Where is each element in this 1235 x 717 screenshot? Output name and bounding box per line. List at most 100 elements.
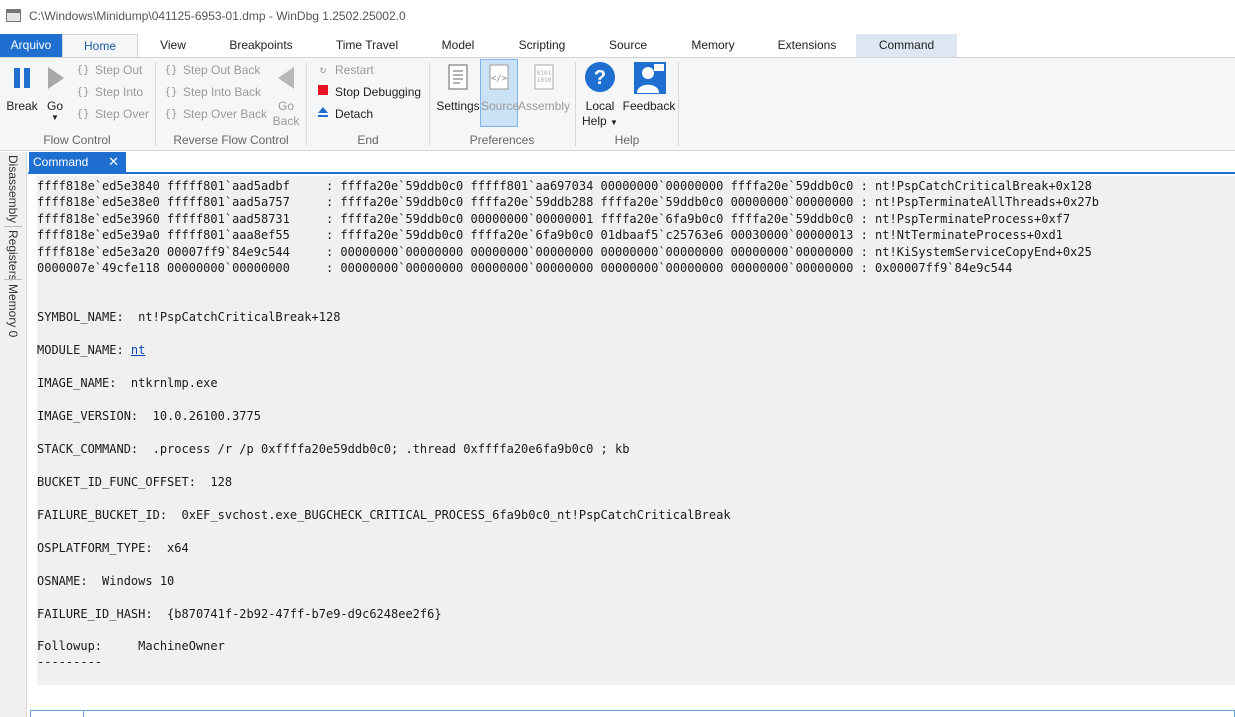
- go-label: Go: [46, 99, 63, 113]
- windbg-app-icon[interactable]: [6, 9, 21, 22]
- image-version-line: IMAGE_VERSION: 10.0.26100.3775: [37, 409, 261, 423]
- stack-line: ffff818e`ed5e3840 fffff801`aad5adbf : ff…: [37, 179, 1092, 193]
- step-out-label: Step Out: [95, 63, 143, 77]
- tab-home[interactable]: Home: [62, 34, 138, 57]
- tab-time-travel[interactable]: Time Travel: [318, 34, 416, 57]
- feedback-button[interactable]: Feedback: [622, 60, 676, 114]
- command-prompt: [30, 710, 84, 717]
- step-over-icon: {}: [76, 107, 90, 120]
- side-tab-registers[interactable]: Registers: [6, 230, 20, 281]
- stack-line: ffff818e`ed5e3a20 00007ff9`84e9c544 : 00…: [37, 245, 1092, 259]
- tab-model[interactable]: Model: [426, 34, 490, 57]
- step-over-back-label: Step Over Back: [183, 107, 268, 121]
- failure-hash-line: FAILURE_ID_HASH: {b870741f-2b92-47ff-b7e…: [37, 607, 442, 621]
- tab-memory[interactable]: Memory: [676, 34, 750, 57]
- svg-text:0101: 0101: [537, 70, 552, 77]
- stop-icon: [315, 84, 331, 100]
- step-into-icon: {}: [76, 85, 90, 98]
- stack-line: ffff818e`ed5e3960 fffff801`aad58731 : ff…: [37, 212, 1071, 226]
- ribbon-panel: Break Go ▼ {} Step Out {} Step Into {} Step…: [0, 57, 1235, 151]
- tab-breakpoints[interactable]: Breakpoints: [213, 34, 309, 57]
- restart-icon: ↻: [319, 63, 327, 76]
- step-out-button[interactable]: {} Step Out: [75, 60, 142, 80]
- command-input[interactable]: [30, 710, 1235, 717]
- preferences-group-label: Preferences: [469, 133, 535, 147]
- step-into-back-button[interactable]: {} Step Into Back: [163, 82, 261, 102]
- osname-line: OSNAME: Windows 10: [37, 574, 175, 588]
- restart-button[interactable]: ↻ Restart: [315, 60, 374, 80]
- go-dropdown-arrow[interactable]: ▼: [40, 114, 70, 122]
- tab-extensions[interactable]: Extensions: [765, 34, 849, 57]
- step-into-back-label: Step Into Back: [183, 85, 262, 99]
- osplatform-line: OSPLATFORM_TYPE: x64: [37, 541, 189, 555]
- go-back-icon: [278, 67, 294, 89]
- assembly-button[interactable]: 0101 1010 Assembly: [518, 60, 570, 114]
- reverse-flow-group-label: Reverse Flow Control: [173, 133, 289, 147]
- stop-debugging-label: Stop Debugging: [335, 85, 422, 99]
- go-button[interactable]: Go ▼: [40, 60, 70, 122]
- step-over-button[interactable]: {} Step Over: [75, 104, 149, 124]
- side-tab-disassembly[interactable]: Disassembly: [6, 155, 20, 223]
- group-help: ? Local Help ▼ Feedback Help: [576, 58, 678, 151]
- go-back-label-2: Back: [272, 114, 300, 128]
- assembly-label: Assembly: [518, 99, 571, 113]
- window-title: C:\Windows\Minidump\041125-6953-01.dmp -…: [29, 9, 406, 23]
- command-output[interactable]: ffff818e`ed5e3840 fffff801`aad5adbf : ff…: [37, 176, 1235, 685]
- stop-debugging-button[interactable]: Stop Debugging: [315, 82, 421, 102]
- assembly-binary-icon: 0101 1010: [534, 64, 554, 90]
- stack-command-line: STACK_COMMAND: .process /r /p 0xffffa20e…: [37, 442, 630, 456]
- tab-source[interactable]: Source: [595, 34, 661, 57]
- source-button[interactable]: </> Source: [480, 59, 520, 127]
- failure-bucket-line: FAILURE_BUCKET_ID: 0xEF_svchost.exe_BUGC…: [37, 508, 731, 522]
- tab-view[interactable]: View: [140, 34, 206, 57]
- step-over-back-icon: {}: [164, 107, 178, 120]
- settings-document-icon: [448, 64, 468, 90]
- svg-text:1010: 1010: [537, 77, 552, 84]
- bucket-offset-line: BUCKET_ID_FUNC_OFFSET: 128: [37, 475, 233, 489]
- break-button[interactable]: Break: [4, 60, 40, 114]
- command-window-tab[interactable]: Command ✕: [29, 152, 126, 172]
- tab-command[interactable]: Command: [856, 34, 957, 57]
- group-preferences: Settings </> Source 0101 1010 Assembly P…: [430, 58, 574, 151]
- source-label: Source: [481, 99, 520, 113]
- step-into-back-icon: {}: [164, 85, 178, 98]
- step-over-back-button[interactable]: {} Step Over Back: [163, 104, 267, 124]
- step-into-label: Step Into: [95, 85, 144, 99]
- settings-button[interactable]: Settings: [435, 60, 481, 114]
- side-tool-tabs: Disassembly Registers Memory 0: [0, 152, 27, 717]
- step-out-back-icon: {}: [164, 63, 178, 76]
- symbol-name-line: SYMBOL_NAME: nt!PspCatchCriticalBreak+12…: [37, 310, 341, 324]
- eject-icon: [315, 106, 331, 122]
- settings-label: Settings: [436, 99, 480, 113]
- go-back-button[interactable]: Go Back: [270, 60, 302, 129]
- ribbon-separator: [678, 62, 679, 146]
- help-group-label: Help: [614, 133, 640, 147]
- break-label: Break: [6, 99, 38, 113]
- local-help-label-1: Local: [585, 99, 615, 113]
- image-name-line: IMAGE_NAME: ntkrnlmp.exe: [37, 376, 218, 390]
- group-reverse-flow-control: {} Step Out Back {} Step Into Back {} Step …: [156, 58, 306, 151]
- module-name-line: MODULE_NAME: nt: [37, 342, 145, 358]
- restart-label: Restart: [335, 63, 374, 77]
- tab-arquivo[interactable]: Arquivo: [0, 34, 62, 57]
- dashes-line: ---------: [37, 655, 103, 669]
- side-tab-separator: [4, 279, 22, 280]
- step-out-back-button[interactable]: {} Step Out Back: [163, 60, 260, 80]
- step-into-button[interactable]: {} Step Into: [75, 82, 143, 102]
- flow-control-group-label: Flow Control: [43, 133, 111, 147]
- close-icon[interactable]: ✕: [108, 152, 119, 172]
- stack-line: 0000007e`49cfe118 00000000`00000000 : 00…: [37, 261, 1013, 275]
- followup-line: Followup: MachineOwner: [37, 639, 225, 653]
- tab-scripting[interactable]: Scripting: [505, 34, 579, 57]
- side-tab-memory[interactable]: Memory 0: [6, 284, 20, 337]
- module-nt-link[interactable]: nt: [131, 343, 145, 357]
- command-input-area: [28, 685, 1235, 717]
- detach-button[interactable]: Detach: [315, 104, 373, 124]
- step-over-label: Step Over: [95, 107, 150, 121]
- local-help-button[interactable]: ? Local Help ▼: [580, 60, 620, 130]
- play-icon: [48, 67, 64, 89]
- pause-icon: [14, 68, 30, 88]
- step-out-icon: {}: [76, 63, 90, 76]
- group-end: ↻ Restart Stop Debugging Detach End: [307, 58, 429, 151]
- command-tab-label: Command: [33, 155, 89, 169]
